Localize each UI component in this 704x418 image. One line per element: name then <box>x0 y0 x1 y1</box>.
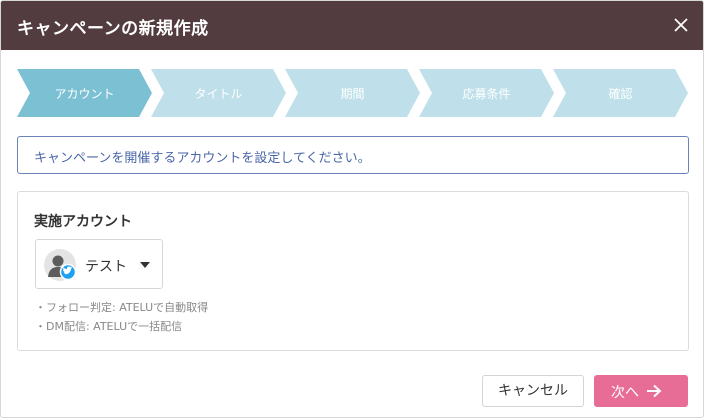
dm-note: ・DM配信: ATELUで一括配信 <box>35 320 183 333</box>
account-name: テスト <box>85 259 127 275</box>
next-button-label: 次へ <box>611 385 639 401</box>
account-select[interactable]: テスト <box>35 239 163 289</box>
step-title: タイトル <box>151 69 286 117</box>
cancel-button[interactable]: キャンセル <box>482 375 584 407</box>
step-indicator: アカウント タイトル 期間 応募条件 確認 <box>17 69 689 117</box>
step-conditions: 応募条件 <box>419 69 554 117</box>
campaign-create-dialog: キャンペーンの新規作成 アカウント タイトル 期間 応募条件 確認 キャンペーン… <box>0 0 704 418</box>
dialog-header: キャンペーンの新規作成 <box>1 1 703 50</box>
step-period: 期間 <box>285 69 420 117</box>
step-label: タイトル <box>194 87 243 101</box>
follow-note: ・フォロー判定: ATELUで自動取得 <box>35 301 209 314</box>
step-label: 応募条件 <box>462 87 511 101</box>
info-notice: キャンペーンを開催するアカウントを設定してください。 <box>17 136 689 174</box>
next-button[interactable]: 次へ <box>594 375 688 407</box>
step-label: 確認 <box>608 87 633 101</box>
section-title: 実施アカウント <box>34 214 132 230</box>
step-account: アカウント <box>17 69 152 117</box>
caret-down-icon <box>140 262 150 268</box>
user-avatar-icon <box>44 249 76 281</box>
dialog-title: キャンペーンの新規作成 <box>17 19 209 39</box>
step-label: 期間 <box>340 87 365 101</box>
close-icon[interactable] <box>671 15 691 35</box>
arrow-right-icon <box>647 384 662 398</box>
step-label: アカウント <box>54 87 115 101</box>
step-confirm: 確認 <box>553 69 688 117</box>
account-panel: 実施アカウント テスト ・フォロー判定: ATELUで自動取得 ・DM配信: A… <box>17 191 689 351</box>
